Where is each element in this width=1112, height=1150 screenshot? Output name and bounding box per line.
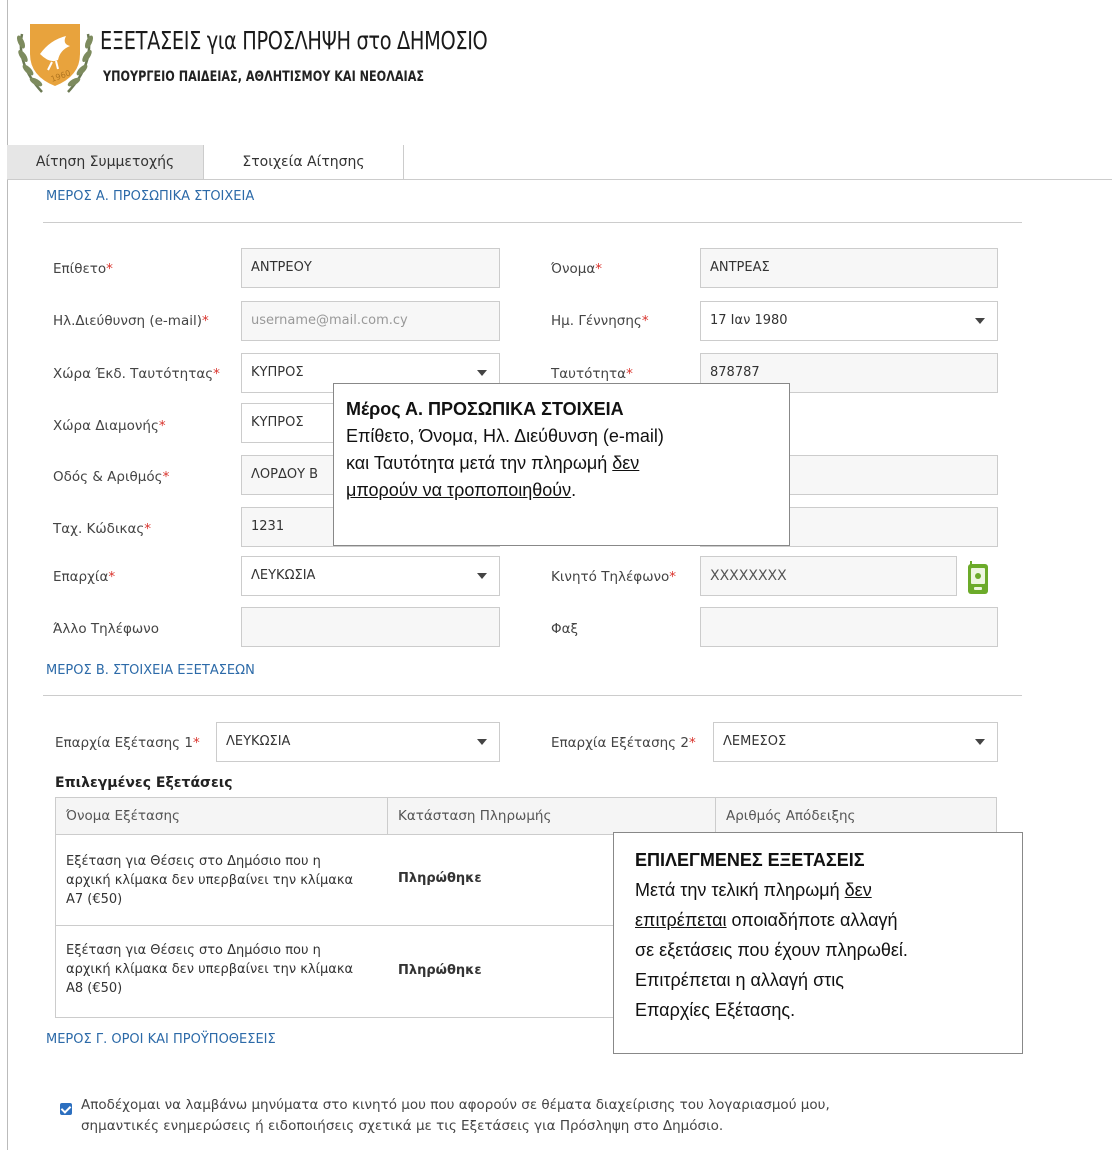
column-header-receipt-number: Αριθμός Απόδειξης [716, 798, 996, 834]
other-phone-field[interactable] [241, 607, 500, 647]
tab-application[interactable]: Αίτηση Συμμετοχής [7, 145, 204, 179]
ministry-subtitle: ΥΠΟΥΡΓΕΙΟ ΠΑΙΔΕΙΑΣ, ΑΘΛΗΤΙΣΜΟΥ ΚΑΙ ΝΕΟΛΑ… [103, 69, 425, 85]
callout-selected-exams: ΕΠΙΛΕΓΜΕΝΕΣ ΕΞΕΤΑΣΕΙΣ Μετά την τελική πλ… [613, 832, 1023, 1054]
consent-checkbox[interactable] [60, 1103, 72, 1115]
consent-text: Αποδέχομαι να λαμβάνω μηνύματα στο κινητ… [81, 1097, 830, 1134]
divider [43, 222, 1022, 223]
caret-down-icon [477, 573, 487, 579]
callout-personal-details: Μέρος Α. ΠΡΟΣΩΠΙΚΑ ΣΤΟΙΧΕΙΑ Επίθετο, Όνο… [333, 383, 790, 546]
callout-line: μπορούν να τροποποιηθούν. [346, 480, 577, 500]
caret-down-icon [975, 318, 985, 324]
exam-district-2-select[interactable]: ΛΕΜΕΣΟΣ [713, 722, 998, 762]
payment-status-cell: Πληρώθηκε [398, 963, 482, 978]
id-number-label: Ταυτότητα* [551, 366, 633, 382]
callout-line: επιτρέπεται οποιαδήποτε αλλαγή [635, 910, 898, 930]
email-label: Ηλ.Διεύθυνση (e-mail)* [53, 313, 209, 329]
mobile-verify-icon[interactable] [967, 561, 989, 595]
column-header-exam-name: Όνομα Εξέτασης [56, 798, 388, 834]
callout-line: Μετά την τελική πληρωμή δεν [635, 880, 872, 900]
divider [43, 695, 1022, 696]
column-header-payment-status: Κατάσταση Πληρωμής [388, 798, 716, 834]
section-b-title: ΜΕΡΟΣ Β. ΣΤΟΙΧΕΙΑ ΕΞΕΤΑΣΕΩΝ [46, 663, 255, 678]
section-c-title: ΜΕΡΟΣ Γ. ΟΡΟΙ ΚΑΙ ΠΡΟΫΠΟΘΕΣΕΙΣ [46, 1032, 276, 1047]
district-select[interactable]: ΛΕΥΚΩΣΙΑ [241, 556, 500, 596]
exam-name-cell: Εξέταση για Θέσεις στο Δημόσιο που η αρχ… [66, 854, 354, 907]
name-label: Όνομα* [551, 261, 603, 277]
caret-down-icon [975, 739, 985, 745]
callout-line: και Ταυτότητα μετά την πληρωμή δεν [346, 453, 640, 473]
other-phone-label: Άλλο Τηλέφωνο [53, 621, 159, 637]
callout-line: σε εξετάσεις που έχουν πληρωθεί. [635, 940, 908, 960]
callout-title: Μέρος Α. ΠΡΟΣΩΠΙΚΑ ΣΤΟΙΧΕΙΑ [346, 399, 624, 419]
exam-name-cell: Εξέταση για Θέσεις στο Δημόσιο που η αρχ… [66, 943, 354, 996]
email-field[interactable]: username@mail.com.cy [241, 301, 500, 341]
mobile-field[interactable]: XXXXXXXX [700, 556, 957, 596]
callout-line: Επίθετο, Όνομα, Ηλ. Διεύθυνση (e-mail) [346, 426, 664, 446]
district-label: Επαρχία* [53, 569, 116, 585]
exam-district-1-label: Επαρχία Εξέτασης 1* [55, 735, 200, 751]
id-country-label: Χώρα Έκδ. Ταυτότητας* [53, 366, 220, 382]
caret-down-icon [477, 370, 487, 376]
tab-application-details[interactable]: Στοιχεία Αίτησης [204, 145, 404, 179]
street-label: Οδός & Αριθμός* [53, 469, 170, 485]
fax-label: Φαξ [551, 621, 579, 637]
postcode-label: Ταχ. Κώδικας* [53, 521, 152, 537]
payment-status-cell: Πληρώθηκε [398, 871, 482, 886]
tab-bar: Αίτηση Συμμετοχής Στοιχεία Αίτησης [7, 145, 1112, 180]
coat-of-arms-logo: 1960 [16, 24, 94, 93]
fax-field[interactable] [700, 607, 998, 647]
birthdate-label: Ημ. Γέννησης* [551, 313, 649, 329]
callout-title: ΕΠΙΛΕΓΜΕΝΕΣ ΕΞΕΤΑΣΕΙΣ [635, 850, 865, 870]
callout-line: Επαρχίες Εξέτασης. [635, 1000, 796, 1020]
name-field[interactable]: ΑΝΤΡΕΑΣ [700, 248, 998, 288]
birthdate-select[interactable]: 17 Ιαν 1980 [700, 301, 998, 341]
exam-district-1-select[interactable]: ΛΕΥΚΩΣΙΑ [216, 722, 500, 762]
caret-down-icon [477, 739, 487, 745]
mobile-label: Κινητό Τηλέφωνο* [551, 569, 677, 585]
selected-exams-title: Επιλεγμένες Εξετάσεις [55, 775, 233, 791]
section-a-title: ΜΕΡΟΣ Α. ΠΡΟΣΩΠΙΚΑ ΣΤΟΙΧΕΙΑ [46, 189, 255, 204]
surname-field[interactable]: ΑΝΤΡΕΟΥ [241, 248, 500, 288]
app-title: ΕΞΕΤΑΣΕΙΣ για ΠΡΟΣΛΗΨΗ στο ΔΗΜΟΣΙΟ [100, 26, 488, 55]
residence-label: Χώρα Διαμονής* [53, 418, 166, 434]
surname-label: Επίθετο* [53, 261, 113, 277]
callout-line: Επιτρέπεται η αλλαγή στις [635, 970, 844, 990]
exam-district-2-label: Επαρχία Εξέτασης 2* [551, 735, 696, 751]
